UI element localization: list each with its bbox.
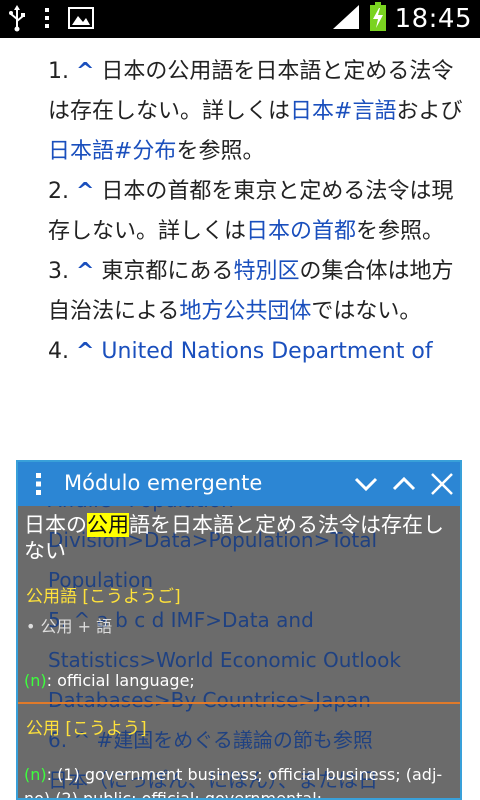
reference-item: 4. ^ United Nations Department of (48, 332, 466, 372)
entry-heading: 公用 [こうよう] (26, 719, 147, 739)
reference-number: 3. (48, 259, 69, 284)
popup-dictionary: Affairs>PopulationDivision>Data>Populati… (16, 460, 462, 800)
dictionary-entry: 公用語 [こうようご] • 公用 + 語 (n): official langu… (18, 582, 460, 690)
dictionary-entry: 公用 [こうよう] (n): (1) government business; … (18, 714, 460, 800)
popup-content: 日本の公用語を日本語と定める法令は存在しない 公用語 [こうようご] • 公用 … (18, 506, 460, 800)
reference-text: を参照。 (176, 139, 265, 164)
popup-header[interactable]: Módulo emergente (18, 462, 460, 506)
reference-text: および (396, 99, 463, 124)
highlighted-word[interactable]: 公用 (87, 513, 129, 537)
entry-definition: (n): (1) government business; official b… (24, 763, 460, 800)
reference-item: 2. ^ 日本の首都を東京と定める法令は現存しない。詳しくは日本の首都を参照。 (48, 172, 466, 252)
signal-icon (331, 3, 361, 35)
close-icon[interactable] (428, 470, 456, 498)
status-bar: 18:45 (0, 0, 480, 38)
reference-text: 東京都にある (94, 259, 234, 284)
back-link-caret[interactable]: ^ (76, 259, 94, 284)
reference-number: 2. (48, 179, 69, 204)
sentence-before: 日本の (24, 513, 87, 537)
entry-definition: (n): official language; (24, 671, 460, 690)
back-link-caret[interactable]: ^ (76, 59, 94, 84)
entry-divider (18, 702, 460, 704)
back-link-caret[interactable]: ^ (76, 339, 94, 364)
part-of-speech: (n) (24, 671, 47, 690)
reference-number: 1. (48, 59, 69, 84)
reference-item: 3. ^ 東京都にある特別区の集合体は地方自治法による地方公共団体ではない。 (48, 252, 466, 332)
overflow-menu-icon (44, 6, 50, 34)
clock: 18:45 (394, 4, 472, 34)
usb-icon (8, 4, 26, 36)
wiki-link[interactable]: 日本語#分布 (48, 139, 176, 164)
popup-title: Módulo emergente (64, 471, 263, 495)
wiki-link[interactable]: United Nations Department of (94, 339, 432, 364)
image-icon (68, 7, 94, 33)
definition-text: : official language; (46, 671, 195, 690)
wiki-link[interactable]: 日本#言語 (290, 99, 396, 124)
reference-text: を参照。 (356, 219, 445, 244)
drag-handle-icon[interactable] (36, 472, 42, 496)
wiki-link[interactable]: 特別区 (233, 259, 299, 284)
entry-heading: 公用語 [こうようご] (26, 587, 181, 607)
reference-number: 4. (48, 339, 69, 364)
entry-parts: • 公用 + 語 (26, 617, 113, 636)
wiki-link[interactable]: 地方公共団体 (179, 299, 311, 324)
back-link-caret[interactable]: ^ (76, 179, 94, 204)
reference-item: 1. ^ 日本の公用語を日本語と定める法令は存在しない。詳しくは日本#言語および… (48, 52, 466, 172)
reference-text: ではない。 (311, 299, 422, 324)
source-sentence: 日本の公用語を日本語と定める法令は存在しない (24, 512, 452, 564)
definition-text: : (1) government business; official busi… (24, 765, 443, 800)
part-of-speech: (n) (24, 765, 47, 784)
chevron-up-icon[interactable] (390, 470, 418, 498)
article-references: 1. ^ 日本の公用語を日本語と定める法令は存在しない。詳しくは日本#言語および… (48, 52, 466, 372)
chevron-down-icon[interactable] (352, 470, 380, 498)
wiki-link[interactable]: 日本の首都 (246, 219, 356, 244)
battery-charging-icon (369, 2, 387, 36)
